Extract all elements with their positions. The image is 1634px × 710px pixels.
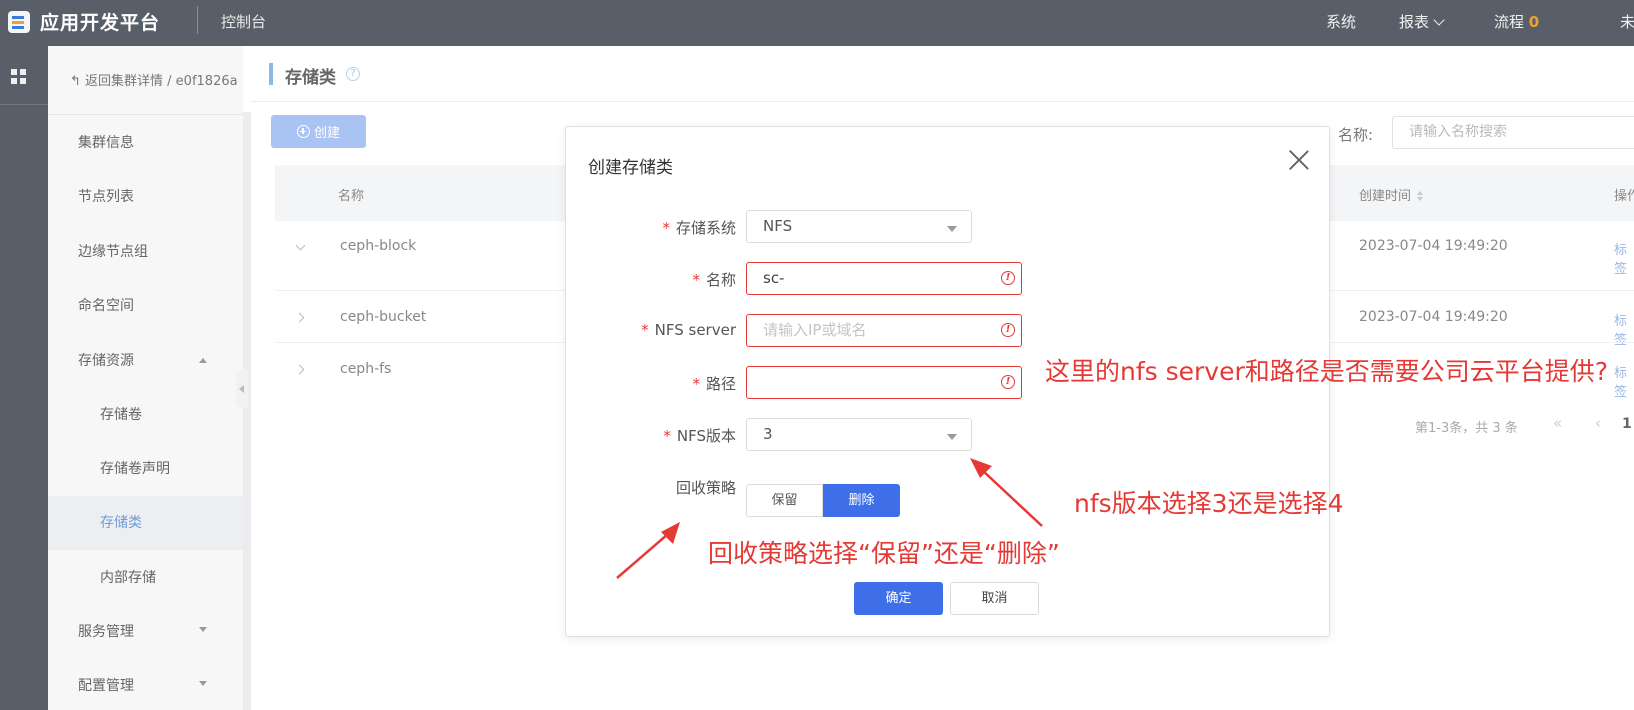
dropdown-caret-icon [947,434,957,440]
error-icon: ! [1001,323,1015,337]
dialog-title: 创建存储类 [588,158,673,178]
required-mark: * [662,219,670,237]
field-label-text: 存储系统 [675,219,736,237]
dropdown-caret-icon [947,226,957,232]
annotation-reclaim-question: 回收策略选择“保留”还是“删除” [708,539,1060,568]
field-label-path: * 路径 [566,373,736,394]
required-mark: * [663,427,671,445]
nfs-version-value: 3 [763,425,773,443]
nfs-server-placeholder: 请输入IP或域名 [763,321,867,339]
field-label-text: 名称 [705,271,736,289]
reclaim-policy-toggle: 保留 删除 [746,484,900,517]
field-label-nfs-server: * NFS server [566,321,736,339]
error-icon: ! [1001,271,1015,285]
field-label-reclaim-policy: 回收策略 [675,479,736,497]
confirm-button[interactable]: 确定 [854,582,943,615]
required-mark: * [692,271,700,289]
nfs-server-input[interactable]: 请输入IP或域名! [746,314,1022,347]
field-label-name: * 名称 [566,269,736,290]
storage-system-value: NFS [763,217,793,235]
reclaim-delete-option[interactable]: 删除 [823,484,900,517]
required-mark: * [641,321,649,339]
required-mark: * [692,375,700,393]
field-label-text: NFS server [654,321,736,339]
name-input-value: sc- [763,269,785,287]
field-label-text: NFS版本 [676,427,736,445]
field-label-nfs-version: * NFS版本 [566,425,736,446]
field-label-text: 路径 [705,375,736,393]
field-label-storage-system: * 存储系统 [566,217,736,238]
path-input[interactable]: ! [746,366,1022,399]
annotation-nfs-version-question: nfs版本选择3还是选择4 [1074,489,1344,518]
close-icon[interactable] [1288,149,1310,171]
error-icon: ! [1001,375,1015,389]
nfs-version-select[interactable]: 3 [746,418,972,451]
storage-system-select[interactable]: NFS [746,210,972,243]
annotation-nfs-server-question: 这里的nfs server和路径是否需要公司云平台提供? [1045,357,1609,386]
reclaim-retain-option[interactable]: 保留 [746,484,823,517]
cancel-button[interactable]: 取消 [950,582,1039,615]
name-input[interactable]: sc-! [746,262,1022,295]
